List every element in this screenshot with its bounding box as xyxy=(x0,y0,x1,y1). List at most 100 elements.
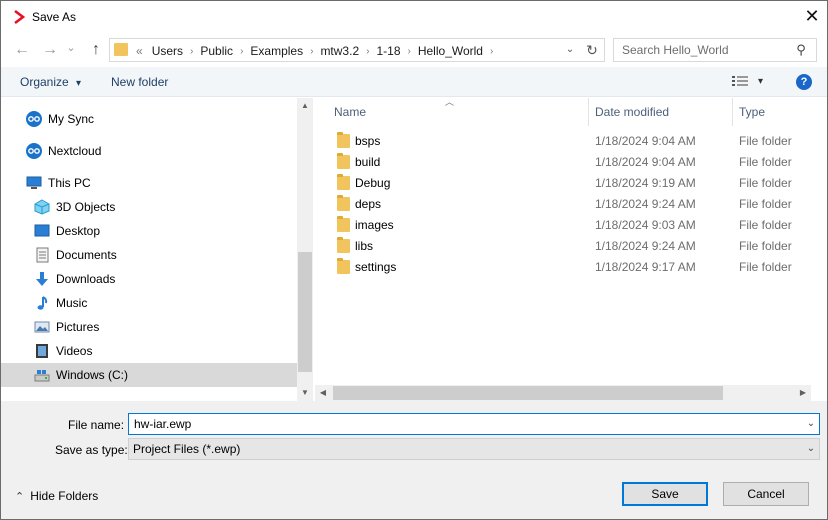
hide-folders-button[interactable]: ⌃ Hide Folders xyxy=(15,489,98,503)
overflow-icon[interactable]: « xyxy=(136,44,143,58)
file-name: images xyxy=(355,217,394,232)
nav-item-3d-objects[interactable]: 3D Objects xyxy=(1,195,297,219)
file-name-field[interactable]: hw-iar.ewp ⌄ xyxy=(128,413,820,435)
scrollbar-thumb[interactable] xyxy=(298,252,312,372)
address-dropdown-button[interactable]: ⌄ xyxy=(563,41,577,59)
scrollbar-thumb[interactable] xyxy=(333,386,723,400)
search-box[interactable]: Search Hello_World ⚲ xyxy=(613,38,817,62)
chevron-right-icon[interactable]: › xyxy=(366,46,369,57)
file-name-label: File name: xyxy=(68,418,125,432)
chevron-right-icon xyxy=(14,9,26,25)
nav-item-nextcloud[interactable]: Nextcloud xyxy=(1,139,297,163)
chevron-right-icon[interactable]: › xyxy=(240,46,243,57)
chevron-right-icon[interactable]: › xyxy=(408,46,411,57)
scroll-left-icon[interactable]: ◀ xyxy=(315,385,331,401)
scroll-down-icon[interactable]: ▼ xyxy=(297,385,313,401)
file-type: File folder xyxy=(739,217,792,232)
nav-item-my-sync[interactable]: My Sync xyxy=(1,107,297,131)
breadcrumb-item[interactable]: Public xyxy=(200,44,233,58)
nav-item-label: 3D Objects xyxy=(56,200,116,214)
cancel-button[interactable]: Cancel xyxy=(723,482,809,506)
save-as-dialog: Save As ✕ ← → ⌄ ↑ « Users › Public › Exa… xyxy=(0,0,828,520)
refresh-button[interactable]: ↻ xyxy=(582,41,602,59)
close-button[interactable]: ✕ xyxy=(799,5,825,29)
column-header-date[interactable]: Date modified xyxy=(595,105,669,119)
help-button[interactable]: ? xyxy=(796,74,812,90)
chevron-down-icon[interactable]: ⌄ xyxy=(804,415,818,433)
file-date: 1/18/2024 9:04 AM xyxy=(595,154,696,169)
3d-objects-icon xyxy=(34,199,50,215)
save-type-value: Project Files (*.ewp) xyxy=(133,442,241,456)
nav-item-music[interactable]: Music xyxy=(1,291,297,315)
nav-item-pictures[interactable]: Pictures xyxy=(1,315,297,339)
refresh-icon: ↻ xyxy=(586,42,598,58)
scroll-up-icon[interactable]: ▲ xyxy=(297,98,313,114)
up-button[interactable]: ↑ xyxy=(85,39,107,61)
column-divider[interactable] xyxy=(732,98,733,126)
nav-item-this-pc[interactable]: This PC xyxy=(1,171,297,195)
save-type-label: Save as type: xyxy=(55,443,128,457)
search-icon[interactable]: ⚲ xyxy=(792,41,810,59)
address-bar[interactable]: « Users › Public › Examples › mtw3.2 › 1… xyxy=(109,38,605,62)
save-button[interactable]: Save xyxy=(622,482,708,506)
nav-item-label: My Sync xyxy=(48,112,95,126)
desktop-icon xyxy=(34,224,50,237)
chevron-right-icon[interactable]: › xyxy=(190,46,193,57)
breadcrumb: « Users › Public › Examples › mtw3.2 › 1… xyxy=(134,43,495,59)
breadcrumb-item[interactable]: 1-18 xyxy=(376,44,400,58)
file-row[interactable]: deps 1/18/2024 9:24 AM File folder xyxy=(315,193,811,214)
breadcrumb-item[interactable]: Examples xyxy=(250,44,303,58)
folder-icon xyxy=(114,43,128,56)
breadcrumb-item[interactable]: mtw3.2 xyxy=(320,44,359,58)
chevron-down-icon[interactable]: ⌄ xyxy=(804,440,818,458)
column-divider[interactable] xyxy=(588,98,589,126)
save-type-select[interactable]: Project Files (*.ewp) ⌄ xyxy=(128,438,820,460)
recent-locations-button[interactable]: ⌄ xyxy=(64,37,78,59)
nav-item-documents[interactable]: Documents xyxy=(1,243,297,267)
column-header-name[interactable]: Name xyxy=(334,105,366,119)
breadcrumb-item[interactable]: Hello_World xyxy=(418,44,483,58)
arrow-left-icon: ← xyxy=(14,41,30,58)
back-button[interactable]: ← xyxy=(11,39,33,61)
file-row[interactable]: build 1/18/2024 9:04 AM File folder xyxy=(315,151,811,172)
file-row[interactable]: settings 1/18/2024 9:17 AM File folder xyxy=(315,256,811,277)
breadcrumb-item[interactable]: Users xyxy=(152,44,183,58)
change-view-button[interactable]: ▾ xyxy=(732,75,763,87)
chevron-right-icon[interactable]: › xyxy=(490,46,493,57)
save-form: File name: hw-iar.ewp ⌄ Save as type: Pr… xyxy=(1,401,827,519)
list-horizontal-scrollbar[interactable]: ◀ ▶ xyxy=(315,385,811,401)
chevron-down-icon: ⌄ xyxy=(565,44,575,55)
window-title: Save As xyxy=(32,10,77,24)
file-type: File folder xyxy=(739,259,792,274)
nav-item-downloads[interactable]: Downloads xyxy=(1,267,297,291)
nav-item-desktop[interactable]: Desktop xyxy=(1,219,297,243)
downloads-icon xyxy=(36,272,48,286)
nav-item-windows-c[interactable]: Windows (C:) xyxy=(1,363,297,387)
file-row[interactable]: images 1/18/2024 9:03 AM File folder xyxy=(315,214,811,235)
search-input[interactable]: Search Hello_World xyxy=(622,43,729,57)
file-row[interactable]: libs 1/18/2024 9:24 AM File folder xyxy=(315,235,811,256)
file-name-input[interactable]: hw-iar.ewp xyxy=(134,417,191,431)
computer-icon xyxy=(26,176,42,189)
command-bar: Organize ▾ New folder ▾ ? xyxy=(1,67,827,97)
nav-scrollbar[interactable]: ▲ ▼ xyxy=(297,98,313,401)
file-row[interactable]: bsps 1/18/2024 9:04 AM File folder xyxy=(315,130,811,151)
sort-ascending-icon: ︿ xyxy=(445,97,455,107)
music-icon xyxy=(37,296,48,310)
drive-icon xyxy=(34,370,50,382)
forward-button[interactable]: → xyxy=(39,39,61,61)
folder-icon xyxy=(337,215,350,232)
file-row[interactable]: Debug 1/18/2024 9:19 AM File folder xyxy=(315,172,811,193)
organize-button[interactable]: Organize ▾ xyxy=(20,75,81,89)
file-name: bsps xyxy=(355,133,381,148)
column-header-type[interactable]: Type xyxy=(739,105,765,119)
nav-item-label: This PC xyxy=(48,176,91,190)
scroll-right-icon[interactable]: ▶ xyxy=(795,385,811,401)
title-bar: Save As ✕ xyxy=(1,1,827,33)
chevron-up-icon: ⌃ xyxy=(15,490,25,503)
nav-item-videos[interactable]: Videos xyxy=(1,339,297,363)
nav-item-label: Videos xyxy=(56,344,93,358)
new-folder-button[interactable]: New folder xyxy=(111,75,168,89)
chevron-right-icon[interactable]: › xyxy=(310,46,313,57)
nav-item-label: Documents xyxy=(56,248,117,262)
